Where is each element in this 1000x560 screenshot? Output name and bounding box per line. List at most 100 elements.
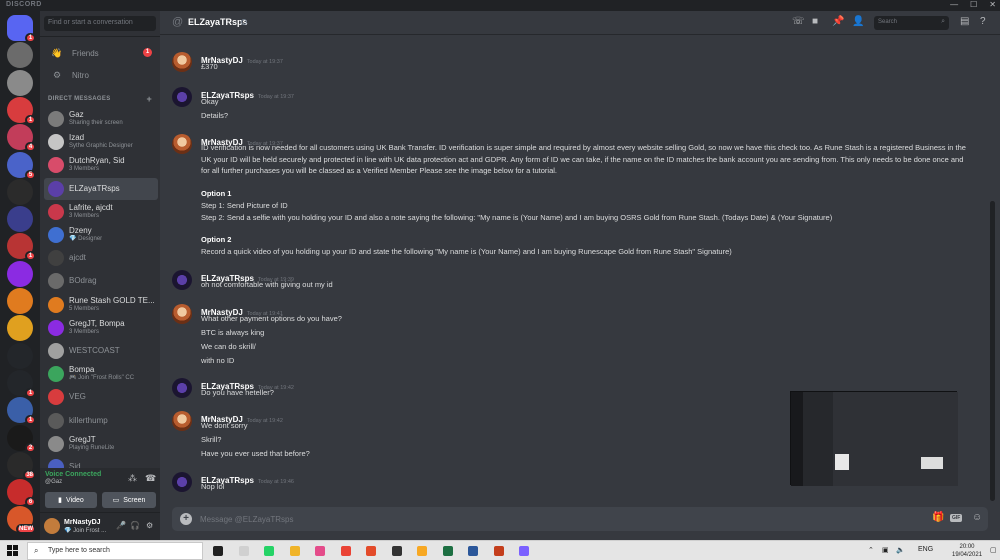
dm-item[interactable]: WESTCOAST [44,340,158,362]
call-icon[interactable]: ☏ [792,16,805,27]
conversation-search-input[interactable]: Find or start a conversation [44,16,156,31]
taskbar-app-icon[interactable] [468,546,478,556]
server-icon[interactable]: 6 [7,479,36,508]
noise-suppression-icon[interactable]: ⁂ [128,473,137,484]
server-icon[interactable]: 1 [7,233,36,262]
dm-item[interactable]: killerthump [44,410,158,432]
friends-nav-item[interactable]: 👋 Friends 1 [44,44,156,62]
server-icon[interactable]: NEW [7,506,36,535]
gif-button[interactable]: GIF [950,514,963,522]
disconnect-icon[interactable]: ☎ [145,473,156,484]
server-icon[interactable] [7,42,33,69]
tray-language[interactable]: ENG [918,546,933,553]
server-icon[interactable]: 1 [7,369,36,398]
server-icon[interactable] [7,288,33,314]
author-avatar[interactable] [172,472,192,492]
message-input[interactable] [200,511,850,527]
video-button[interactable]: ▮ Video [45,492,97,508]
message-text: Step 1: Send Picture of ID [201,201,288,210]
author-avatar[interactable] [172,270,192,290]
taskbar-app-icon[interactable] [519,546,529,556]
server-icon[interactable] [7,342,33,369]
search-icon: ⌕ [941,18,945,25]
option-2-title: Option 2 [201,235,232,244]
server-icon[interactable]: 4 [7,124,36,153]
dm-item[interactable]: Bompa 🎮 Join "Frost Rolls" CC [44,363,158,385]
author-avatar[interactable] [172,411,192,431]
dm-item[interactable]: GregJT, Bompa 3 Members [44,317,158,339]
server-icon[interactable] [7,315,33,342]
taskbar-app-icon[interactable] [391,546,402,556]
scrollbar[interactable] [990,201,995,501]
author-avatar[interactable] [172,52,192,72]
taskbar-app-icon[interactable] [264,546,274,556]
settings-gear-icon[interactable]: ⚙ [146,521,153,530]
taskbar-search-input[interactable]: ⌕ Type here to search [27,542,203,560]
author-avatar[interactable] [172,87,192,107]
server-icon[interactable]: 1 [7,397,36,426]
attach-plus-icon[interactable]: + [180,513,192,525]
taskbar-app-icon[interactable] [493,546,504,556]
maximize-button[interactable]: ☐ [970,0,977,9]
server-icon[interactable] [7,178,33,205]
help-icon[interactable]: ? [980,16,986,27]
dm-item[interactable]: Lafrite, ajcdt 3 Members [44,201,158,223]
taskbar-app-icon[interactable] [289,546,300,556]
preview-image [835,454,849,470]
windows-start-icon[interactable] [7,545,18,556]
dm-item[interactable]: DutchRyan, Sid 3 Members [44,154,158,176]
message-text: BTC is always king [201,328,265,337]
server-icon[interactable]: 38 [7,451,36,480]
notifications-icon[interactable]: ▢ [990,546,997,554]
deafen-icon[interactable]: 🎧 [130,521,140,530]
taskbar-app-icon[interactable] [315,546,325,556]
dm-item[interactable]: ajcdt [44,247,158,269]
author-avatar[interactable] [172,134,192,154]
taskbar-app-icon[interactable] [340,546,351,556]
minimize-button[interactable]: — [950,0,958,9]
server-icon[interactable]: 2 [7,424,36,453]
taskbar-app-icon[interactable] [442,546,453,556]
dm-item[interactable]: Rune Stash GOLD TE... 5 Members [44,294,158,316]
taskbar-clock[interactable]: 20:00 19/04/2021 [952,543,982,559]
dm-item[interactable]: Gaz Sharing their screen [44,108,158,130]
server-icon[interactable] [7,260,33,287]
dm-item[interactable]: VEG [44,386,158,408]
mute-icon[interactable]: 🎤 [116,521,126,530]
dm-item[interactable]: Dzeny 💎 Designer [44,224,158,246]
tray-people-icon[interactable]: ⌃ [868,546,874,554]
dm-item[interactable]: GregJT Playing RuneLite [44,433,158,455]
tray-volume-icon[interactable]: 🔈 [896,546,905,554]
discord-home-icon[interactable]: 1 [7,15,36,43]
author-avatar[interactable] [172,304,192,324]
inbox-icon[interactable]: ▤ [960,16,969,27]
create-dm-plus-icon[interactable]: + [146,94,152,104]
dm-text: Rune Stash GOLD TE... 5 Members [69,297,155,313]
taskbar-app-icon[interactable] [366,546,376,556]
gift-icon[interactable]: 🎁 [932,512,944,523]
chat-search-input[interactable]: Search ⌕ [874,16,949,30]
scrollbar-thumb[interactable] [990,201,995,501]
user-avatar[interactable] [44,518,60,534]
server-icon[interactable]: 5 [7,151,36,180]
close-button[interactable]: ✕ [989,0,996,9]
taskbar-app-icon[interactable] [238,546,249,556]
tray-network-icon[interactable]: ▣ [882,546,889,554]
add-friend-icon[interactable]: 👤 [852,16,864,27]
dm-item[interactable]: Izad Sythe Graphic Designer [44,131,158,153]
dm-item[interactable]: ELZayaTRsps [44,177,158,200]
author-avatar[interactable] [172,378,192,398]
dm-item[interactable]: BOdrag [44,270,158,292]
server-icon[interactable] [7,206,33,233]
screen-share-preview[interactable] [790,391,958,486]
taskbar-app-icon[interactable] [417,546,427,556]
video-call-icon[interactable]: ■ [812,16,818,27]
taskbar-app-icon[interactable] [213,546,223,556]
server-icon[interactable] [7,69,33,96]
pin-icon[interactable]: 📌 [832,16,844,27]
server-icon[interactable]: 1 [7,96,36,125]
nitro-nav-item[interactable]: ⚙ Nitro [44,66,156,84]
emoji-icon[interactable]: ☺ [972,512,982,523]
screen-share-button[interactable]: ▭ Screen [102,492,156,508]
timestamp: Today at 19:42 [246,418,283,424]
